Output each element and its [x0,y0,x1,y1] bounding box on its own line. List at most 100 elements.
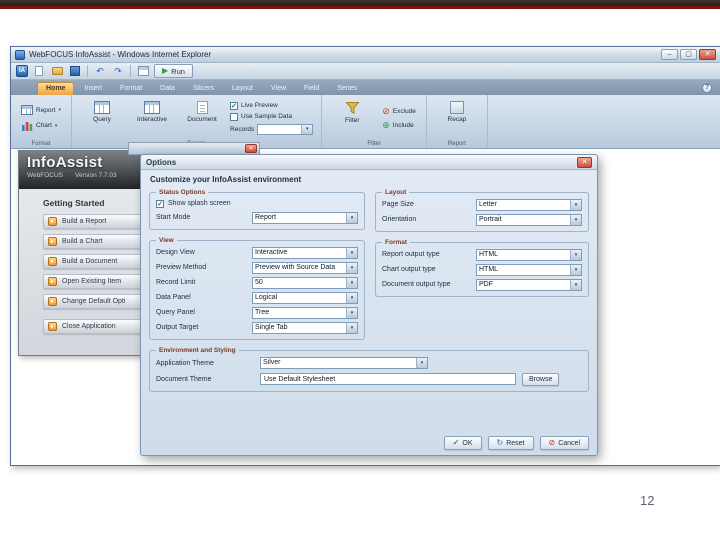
show-splash-checkbox[interactable]: ✓ [156,199,164,208]
document-output-row: Document output type PDF ▾ [382,277,582,292]
close-button[interactable]: ✕ [699,49,716,60]
options-dialog-titlebar[interactable]: Options ✕ [141,155,597,170]
include-icon: ⊕ [382,119,390,130]
include-button[interactable]: ⊕ Include [380,120,418,131]
chevron-down-icon[interactable]: ▾ [570,214,581,225]
undo-icon[interactable]: ↶ [93,65,107,78]
infoassist-logo[interactable]: IA [16,65,28,77]
document-button[interactable]: Document [180,98,224,123]
live-preview-label: Live Preview [241,102,278,109]
cancel-button[interactable]: ⊘ Cancel [539,436,589,450]
page-size-label: Page Size [382,201,414,208]
filter-button[interactable]: Filter [330,98,374,124]
ribbon-group-filter: Filter ⊘ Exclude ⊕ Include Filter [322,95,427,148]
chevron-down-icon[interactable]: ▾ [346,322,357,333]
chart-output-combo[interactable]: HTML ▾ [476,263,582,276]
page-size-value: Letter [479,200,497,208]
query-panel-combo[interactable]: Tree ▾ [252,306,358,319]
data-panel-combo[interactable]: Logical ▾ [252,291,358,304]
view-icon[interactable] [136,65,150,78]
chevron-down-icon[interactable]: ▾ [570,264,581,275]
chevron-down-icon[interactable]: ▾ [570,279,581,290]
report-label: Report [36,106,56,114]
chevron-down-icon[interactable]: ▾ [346,212,357,223]
arrow-icon: ▸ [48,277,57,286]
run-button[interactable]: ▶ Run [154,64,193,78]
orientation-combo[interactable]: Portrait ▾ [476,213,582,226]
interactive-button[interactable]: Interactive [130,98,174,123]
exclude-label: Exclude [392,107,416,115]
group-label-format: Format [31,141,51,147]
tab-series[interactable]: Series [329,82,365,95]
options-close-button[interactable]: ✕ [577,156,592,168]
live-preview-checkbox[interactable]: ✓ Live Preview [230,101,313,110]
maximize-button[interactable]: ▢ [680,49,697,60]
tab-data[interactable]: Data [152,82,183,95]
application-theme-value: Silver [263,359,281,366]
tab-slicers[interactable]: Slicers [185,82,222,95]
record-limit-combo[interactable]: 50 ▾ [252,276,358,289]
chevron-down-icon[interactable]: ▾ [346,292,357,303]
document-output-combo[interactable]: PDF ▾ [476,278,582,291]
page-size-row: Page Size Letter ▾ [382,197,582,212]
page-size-combo[interactable]: Letter ▾ [476,198,582,211]
design-view-value: Interactive [255,248,288,256]
chevron-down-icon[interactable]: ▾ [416,358,427,368]
open-folder-icon[interactable] [50,65,64,78]
window-title: WebFOCUS InfoAssist - Windows Internet E… [29,50,212,59]
tab-field[interactable]: Field [296,82,327,95]
chevron-down-icon[interactable]: ▾ [570,199,581,210]
report-button[interactable]: Report ▾ [19,104,63,116]
folder-shape-icon [51,67,63,75]
chevron-down-icon[interactable]: ▾ [346,247,357,258]
dialog-buttons: ✓ OK ↻ Reset ⊘ Cancel [443,436,589,450]
preview-method-label: Preview Method [156,264,207,271]
chevron-down-icon[interactable]: ▾ [346,307,357,318]
recap-button[interactable]: Recap [435,98,479,123]
document-theme-input[interactable]: Use Default Stylesheet [260,373,516,385]
window-controls: – ▢ ✕ [661,49,716,60]
query-panel-row: Query Panel Tree ▾ [156,305,358,320]
tab-home[interactable]: Home [37,82,75,95]
preview-method-value: Preview with Source Data [255,263,336,271]
application-theme-combo[interactable]: Silver ▾ [260,357,428,369]
arrow-icon: ▸ [48,297,57,306]
chart-button[interactable]: Chart ▾ [19,119,63,132]
cancel-icon: ⊘ [548,438,556,447]
chevron-down-icon[interactable]: ▾ [570,249,581,260]
use-sample-data-checkbox[interactable]: Use Sample Data [230,112,313,121]
query-button[interactable]: Query [80,98,124,123]
save-icon[interactable] [68,65,82,78]
window-titlebar[interactable]: WebFOCUS InfoAssist - Windows Internet E… [11,47,720,63]
records-combo[interactable]: ▾ [257,123,314,135]
layout-fieldset: Layout Page Size Letter ▾ Orientation Po [375,189,589,232]
redo-icon[interactable]: ↷ [111,65,125,78]
start-mode-combo[interactable]: Report ▾ [252,211,358,224]
tab-format[interactable]: Format [112,82,150,95]
sidebar-item-label: Open Existing Item [62,278,122,285]
design-view-combo[interactable]: Interactive ▾ [252,246,358,259]
browse-button[interactable]: Browse [522,372,560,386]
format-fieldset: Format Report output type HTML ▾ Chart o… [375,239,589,297]
chevron-down-icon[interactable]: ▾ [301,124,313,134]
query-panel-label: Query Panel [156,309,195,316]
orientation-value: Portrait [479,215,502,223]
chevron-down-icon[interactable]: ▾ [346,262,357,273]
help-icon[interactable]: ? [702,82,712,93]
preview-method-combo[interactable]: Preview with Source Data ▾ [252,261,358,274]
document-shape-icon [35,66,43,76]
tab-insert[interactable]: Insert [76,82,110,95]
chevron-down-icon[interactable]: ▾ [346,277,357,288]
minimize-button[interactable]: – [661,49,678,60]
exclude-button[interactable]: ⊘ Exclude [380,106,418,117]
options-dialog: Options ✕ Customize your InfoAssist envi… [140,154,598,456]
filter-label: Filter [345,117,360,124]
new-document-icon[interactable] [32,65,46,78]
report-output-combo[interactable]: HTML ▾ [476,248,582,261]
ok-button[interactable]: ✓ OK [443,436,482,450]
tab-view[interactable]: View [263,82,294,95]
output-target-combo[interactable]: Single Tab ▾ [252,321,358,334]
tab-layout[interactable]: Layout [224,82,261,95]
reset-button[interactable]: ↻ Reset [487,436,534,450]
background-close-button[interactable]: ✕ [245,144,257,153]
